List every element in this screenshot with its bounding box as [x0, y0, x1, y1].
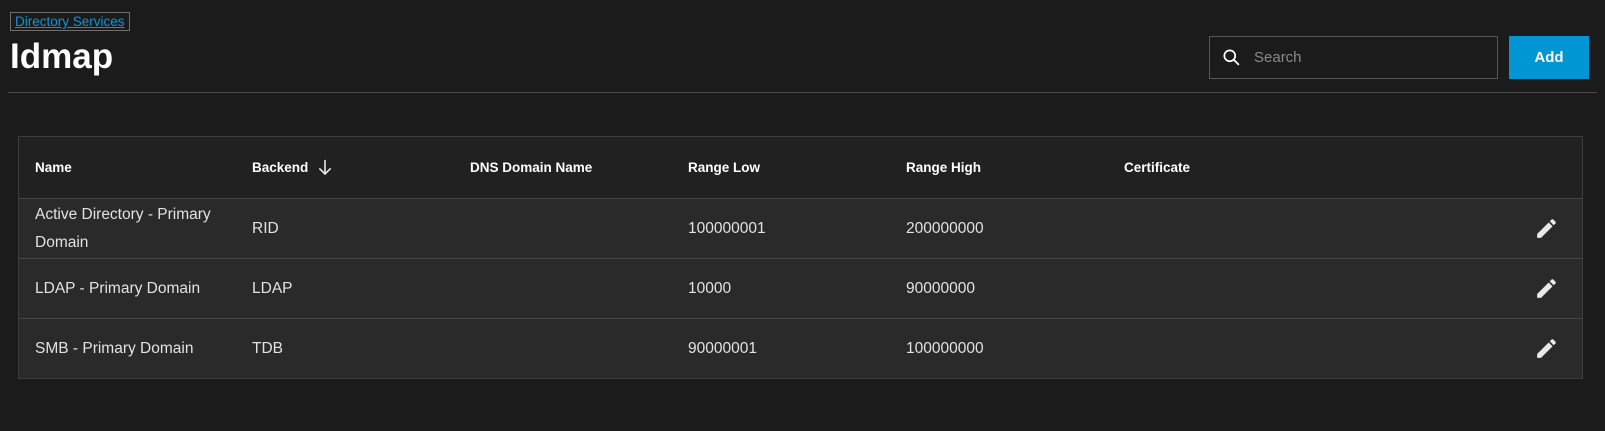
table-row: LDAP - Primary Domain LDAP 10000 9000000…	[19, 258, 1582, 318]
column-header-name[interactable]: Name	[19, 160, 236, 175]
header-divider	[8, 92, 1597, 93]
cell-range-high: 200000000	[906, 219, 984, 237]
edit-row-button[interactable]	[1526, 329, 1566, 369]
cell-name: Active Directory - Primary Domain	[35, 205, 211, 251]
column-header-range-high[interactable]: Range High	[890, 160, 1108, 175]
search-input[interactable]	[1252, 48, 1485, 67]
edit-row-button[interactable]	[1526, 269, 1566, 309]
cell-range-low: 100000001	[688, 219, 766, 237]
search-box[interactable]	[1209, 36, 1498, 79]
cell-range-low: 10000	[688, 279, 732, 297]
cell-backend: RID	[252, 219, 279, 237]
pencil-icon	[1534, 216, 1559, 241]
cell-backend: TDB	[252, 339, 283, 357]
table-row: Active Directory - Primary Domain RID 10…	[19, 198, 1582, 258]
add-button[interactable]: Add	[1509, 36, 1589, 79]
page-title: Idmap	[10, 37, 114, 76]
cell-range-high: 90000000	[906, 279, 975, 297]
table-row: SMB - Primary Domain TDB 90000001 100000…	[19, 318, 1582, 378]
sort-arrow-down-icon	[317, 159, 333, 176]
idmap-table: Name Backend DNS Domain Name Range Low R…	[18, 136, 1583, 379]
cell-name: SMB - Primary Domain	[35, 339, 194, 357]
table-header-row: Name Backend DNS Domain Name Range Low R…	[19, 137, 1582, 198]
cell-name: LDAP - Primary Domain	[35, 279, 201, 297]
toolbar: Add	[1209, 36, 1589, 79]
column-header-dns-domain-name[interactable]: DNS Domain Name	[454, 160, 672, 175]
cell-backend: LDAP	[252, 279, 293, 297]
edit-row-button[interactable]	[1526, 209, 1566, 249]
pencil-icon	[1534, 276, 1559, 301]
pencil-icon	[1534, 336, 1559, 361]
page-header: Directory Services Idmap Add	[0, 0, 1605, 79]
cell-range-high: 100000000	[906, 339, 984, 357]
column-header-backend[interactable]: Backend	[236, 159, 454, 176]
search-icon	[1222, 48, 1241, 67]
cell-range-low: 90000001	[688, 339, 757, 357]
column-header-certificate[interactable]: Certificate	[1108, 160, 1326, 175]
column-header-range-low[interactable]: Range Low	[672, 160, 890, 175]
breadcrumb-directory-services[interactable]: Directory Services	[10, 12, 130, 31]
